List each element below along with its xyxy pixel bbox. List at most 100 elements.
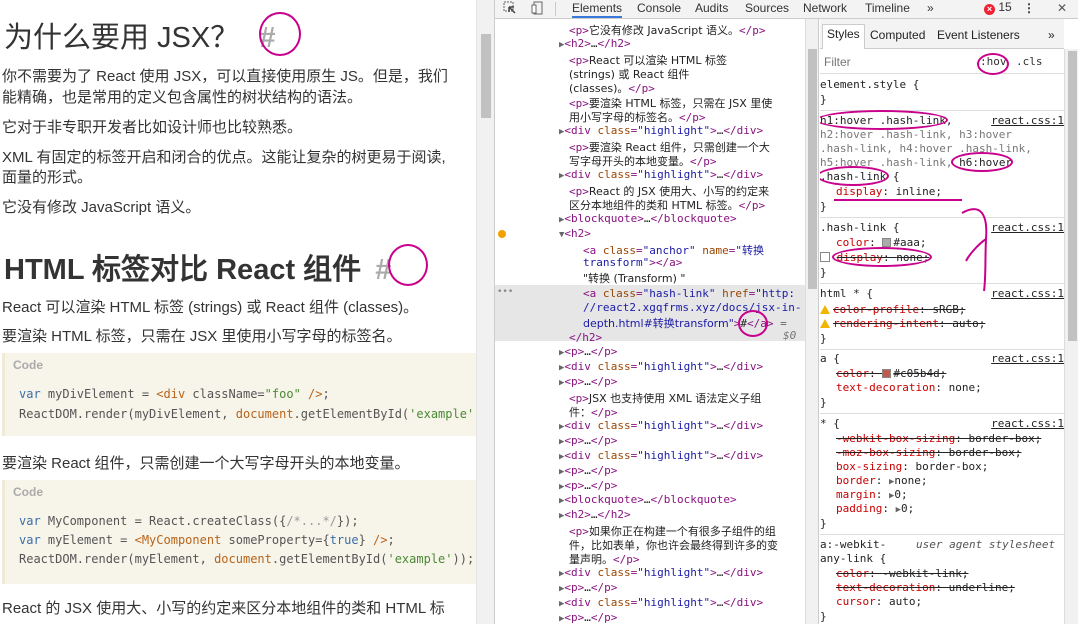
property-checkbox[interactable] [820, 252, 830, 262]
tree-node[interactable]: ▶<div class="highlight">…</div> [559, 566, 763, 579]
paragraph: 要渲染 HTML 标签，只需在 JSX 里使用小写字母的标签名。 [2, 328, 402, 345]
rule-divider [820, 413, 1064, 414]
elements-scrollbar[interactable] [805, 19, 819, 624]
style-prop-ua-text-decoration[interactable]: text-decoration: underline; [836, 581, 1015, 594]
tree-node[interactable]: ▶<h2>…</h2> [559, 37, 631, 50]
style-prop-webkit-box[interactable]: -webkit-box-sizing: border-box; [836, 432, 1041, 445]
tab-console[interactable]: Console [637, 1, 681, 15]
style-prop-text-decoration[interactable]: text-decoration: none; [836, 381, 982, 394]
heading-html-vs-react: HTML 标签对比 React 组件 # [4, 246, 391, 288]
tree-node[interactable]: ▶<p>…</p> [559, 581, 617, 594]
cls-toggle[interactable]: .cls [1016, 55, 1043, 68]
inspect-icon[interactable] [503, 1, 517, 15]
tree-node[interactable]: ▶<div class="highlight">…</div> [559, 449, 763, 462]
tab-styles[interactable]: Styles [822, 24, 865, 49]
rule-a[interactable]: a { [820, 352, 840, 365]
tree-node[interactable]: ▶<p>…</p> [559, 464, 617, 477]
style-prop-a-color[interactable]: color: #c05b4d; [836, 367, 946, 380]
error-count: 15 [998, 0, 1012, 14]
rule-ua-selector[interactable]: a:-webkit- [820, 538, 886, 551]
device-mode-icon[interactable] [531, 1, 545, 15]
style-prop-rendering-intent[interactable]: rendering-intent: auto; [820, 317, 985, 330]
warning-icon [820, 305, 830, 314]
tree-node[interactable]: ▶<div class="highlight">…</div> [559, 124, 763, 137]
tree-node[interactable]: ▶<p>…</p> [559, 479, 617, 492]
tree-text-node[interactable]: "转换 (Transform) " [583, 270, 685, 286]
color-swatch[interactable] [882, 238, 892, 247]
tree-node[interactable]: ▶<p>…</p> [559, 611, 617, 624]
tree-node-text: 件：</p> [569, 406, 618, 419]
hash-link-html[interactable]: # [375, 254, 391, 286]
styles-scrollbar-thumb[interactable] [1068, 51, 1077, 341]
styles-filter-input[interactable] [824, 54, 974, 70]
tree-node-text: 量声明。</p> [569, 553, 640, 566]
source-link[interactable]: react.css:1 [991, 221, 1064, 234]
style-prop-box-sizing[interactable]: box-sizing: border-box; [836, 460, 988, 473]
tree-node[interactable]: ▶<div class="highlight">…</div> [559, 360, 763, 373]
code-label: Code [13, 358, 43, 372]
style-prop-padding[interactable]: padding: ▶0; [836, 502, 914, 515]
hov-toggle[interactable]: :hov [980, 55, 1007, 68]
tree-node-hash-link[interactable]: <a class="hash-link" href="http: [583, 287, 795, 300]
source-link[interactable]: react.css:1 [991, 417, 1064, 430]
tree-node[interactable]: <p>它没有修改 JavaScript 语义。</p> [569, 22, 766, 38]
menu-icon[interactable]: ⋮ [1023, 1, 1035, 15]
rule-html-star[interactable]: html * { [820, 287, 873, 300]
color-swatch[interactable] [882, 369, 892, 378]
tab-network[interactable]: Network [803, 1, 847, 15]
tree-node-h2-close[interactable]: </h2> [569, 331, 602, 344]
style-prop-color[interactable]: color: #aaa; [836, 236, 927, 249]
more-subtabs-button[interactable]: » [1048, 28, 1055, 42]
error-counter[interactable]: × 15 [984, 0, 1012, 15]
tab-elements[interactable]: Elements [572, 1, 623, 18]
styles-scrollbar[interactable] [1064, 49, 1078, 624]
style-prop-display[interactable]: display: inline; [836, 185, 942, 198]
tab-timeline[interactable]: Timeline [865, 1, 910, 15]
tree-node[interactable]: ▶<div class="highlight">…</div> [559, 596, 763, 609]
tree-node[interactable]: ▶<h2>…</h2> [559, 508, 631, 521]
tree-node[interactable]: ▶<p>…</p> [559, 345, 617, 358]
devtools-tabbar: Elements Console Audits Sources Network … [495, 0, 1078, 19]
tab-event-listeners[interactable]: Event Listeners [937, 28, 1020, 42]
style-prop-moz-box[interactable]: -moz-box-sizing: border-box; [836, 446, 1021, 459]
tree-node[interactable]: ▶<blockquote>…</blockquote> [559, 212, 737, 225]
paragraph: 它对于非专职开发者比如设计师也比较熟悉。 [2, 119, 303, 136]
style-prop-display-disabled[interactable]: display: none; [820, 251, 929, 264]
style-prop-margin[interactable]: margin: ▶0; [836, 488, 908, 501]
tree-node[interactable]: ▶<blockquote>…</blockquote> [559, 493, 737, 506]
rule-close: } [820, 93, 827, 106]
node-ellipsis-icon[interactable]: ••• [497, 287, 513, 297]
tab-sources[interactable]: Sources [745, 1, 789, 15]
source-link[interactable]: react.css:1 [991, 287, 1064, 300]
tree-node[interactable]: ▶<p>…</p> [559, 434, 617, 447]
tree-node-text: transform"></a> [583, 256, 683, 269]
warning-icon [820, 319, 830, 328]
page-scrollbar-thumb[interactable] [481, 34, 491, 118]
rule-divider [820, 217, 1064, 218]
source-link[interactable]: react.css:1 [991, 114, 1064, 127]
hash-link-why[interactable]: # [259, 22, 275, 54]
style-prop-color-profile[interactable]: color-profile: sRGB; [820, 303, 965, 316]
more-tabs-button[interactable]: » [927, 1, 934, 15]
paragraph: XML 有固定的标签开启和闭合的优点。这能让复杂的树更易于阅读, [2, 149, 446, 166]
source-link[interactable]: react.css:1 [991, 352, 1064, 365]
tab-computed[interactable]: Computed [870, 28, 925, 42]
style-prop-ua-color[interactable]: color: -webkit-link; [836, 567, 968, 580]
tree-node[interactable]: ▶<div class="highlight">…</div> [559, 168, 763, 181]
close-icon[interactable]: ✕ [1057, 1, 1067, 15]
style-prop-border[interactable]: border: ▶none; [836, 474, 928, 487]
rule-element-style[interactable]: element.style { [820, 78, 919, 91]
rule-hash-link-selector[interactable]: .hash-link { [820, 221, 899, 234]
rule-divider [820, 349, 1064, 350]
rule-close: } [820, 396, 827, 409]
tree-node[interactable]: ▶<div class="highlight">…</div> [559, 419, 763, 432]
rule-hover-selector[interactable]: h1:hover .hash-link, [820, 114, 952, 127]
page-scrollbar[interactable] [476, 0, 494, 624]
tree-node[interactable]: ▶<p>…</p> [559, 375, 617, 388]
tree-node-h2[interactable]: ▼<h2> [559, 227, 591, 240]
rule-star[interactable]: * { [820, 417, 840, 430]
style-prop-cursor[interactable]: cursor: auto; [836, 595, 922, 608]
tab-audits[interactable]: Audits [695, 1, 728, 15]
elements-scrollbar-thumb[interactable] [808, 49, 817, 289]
code-block: Code var MyComponent = React.createClass… [2, 480, 476, 584]
